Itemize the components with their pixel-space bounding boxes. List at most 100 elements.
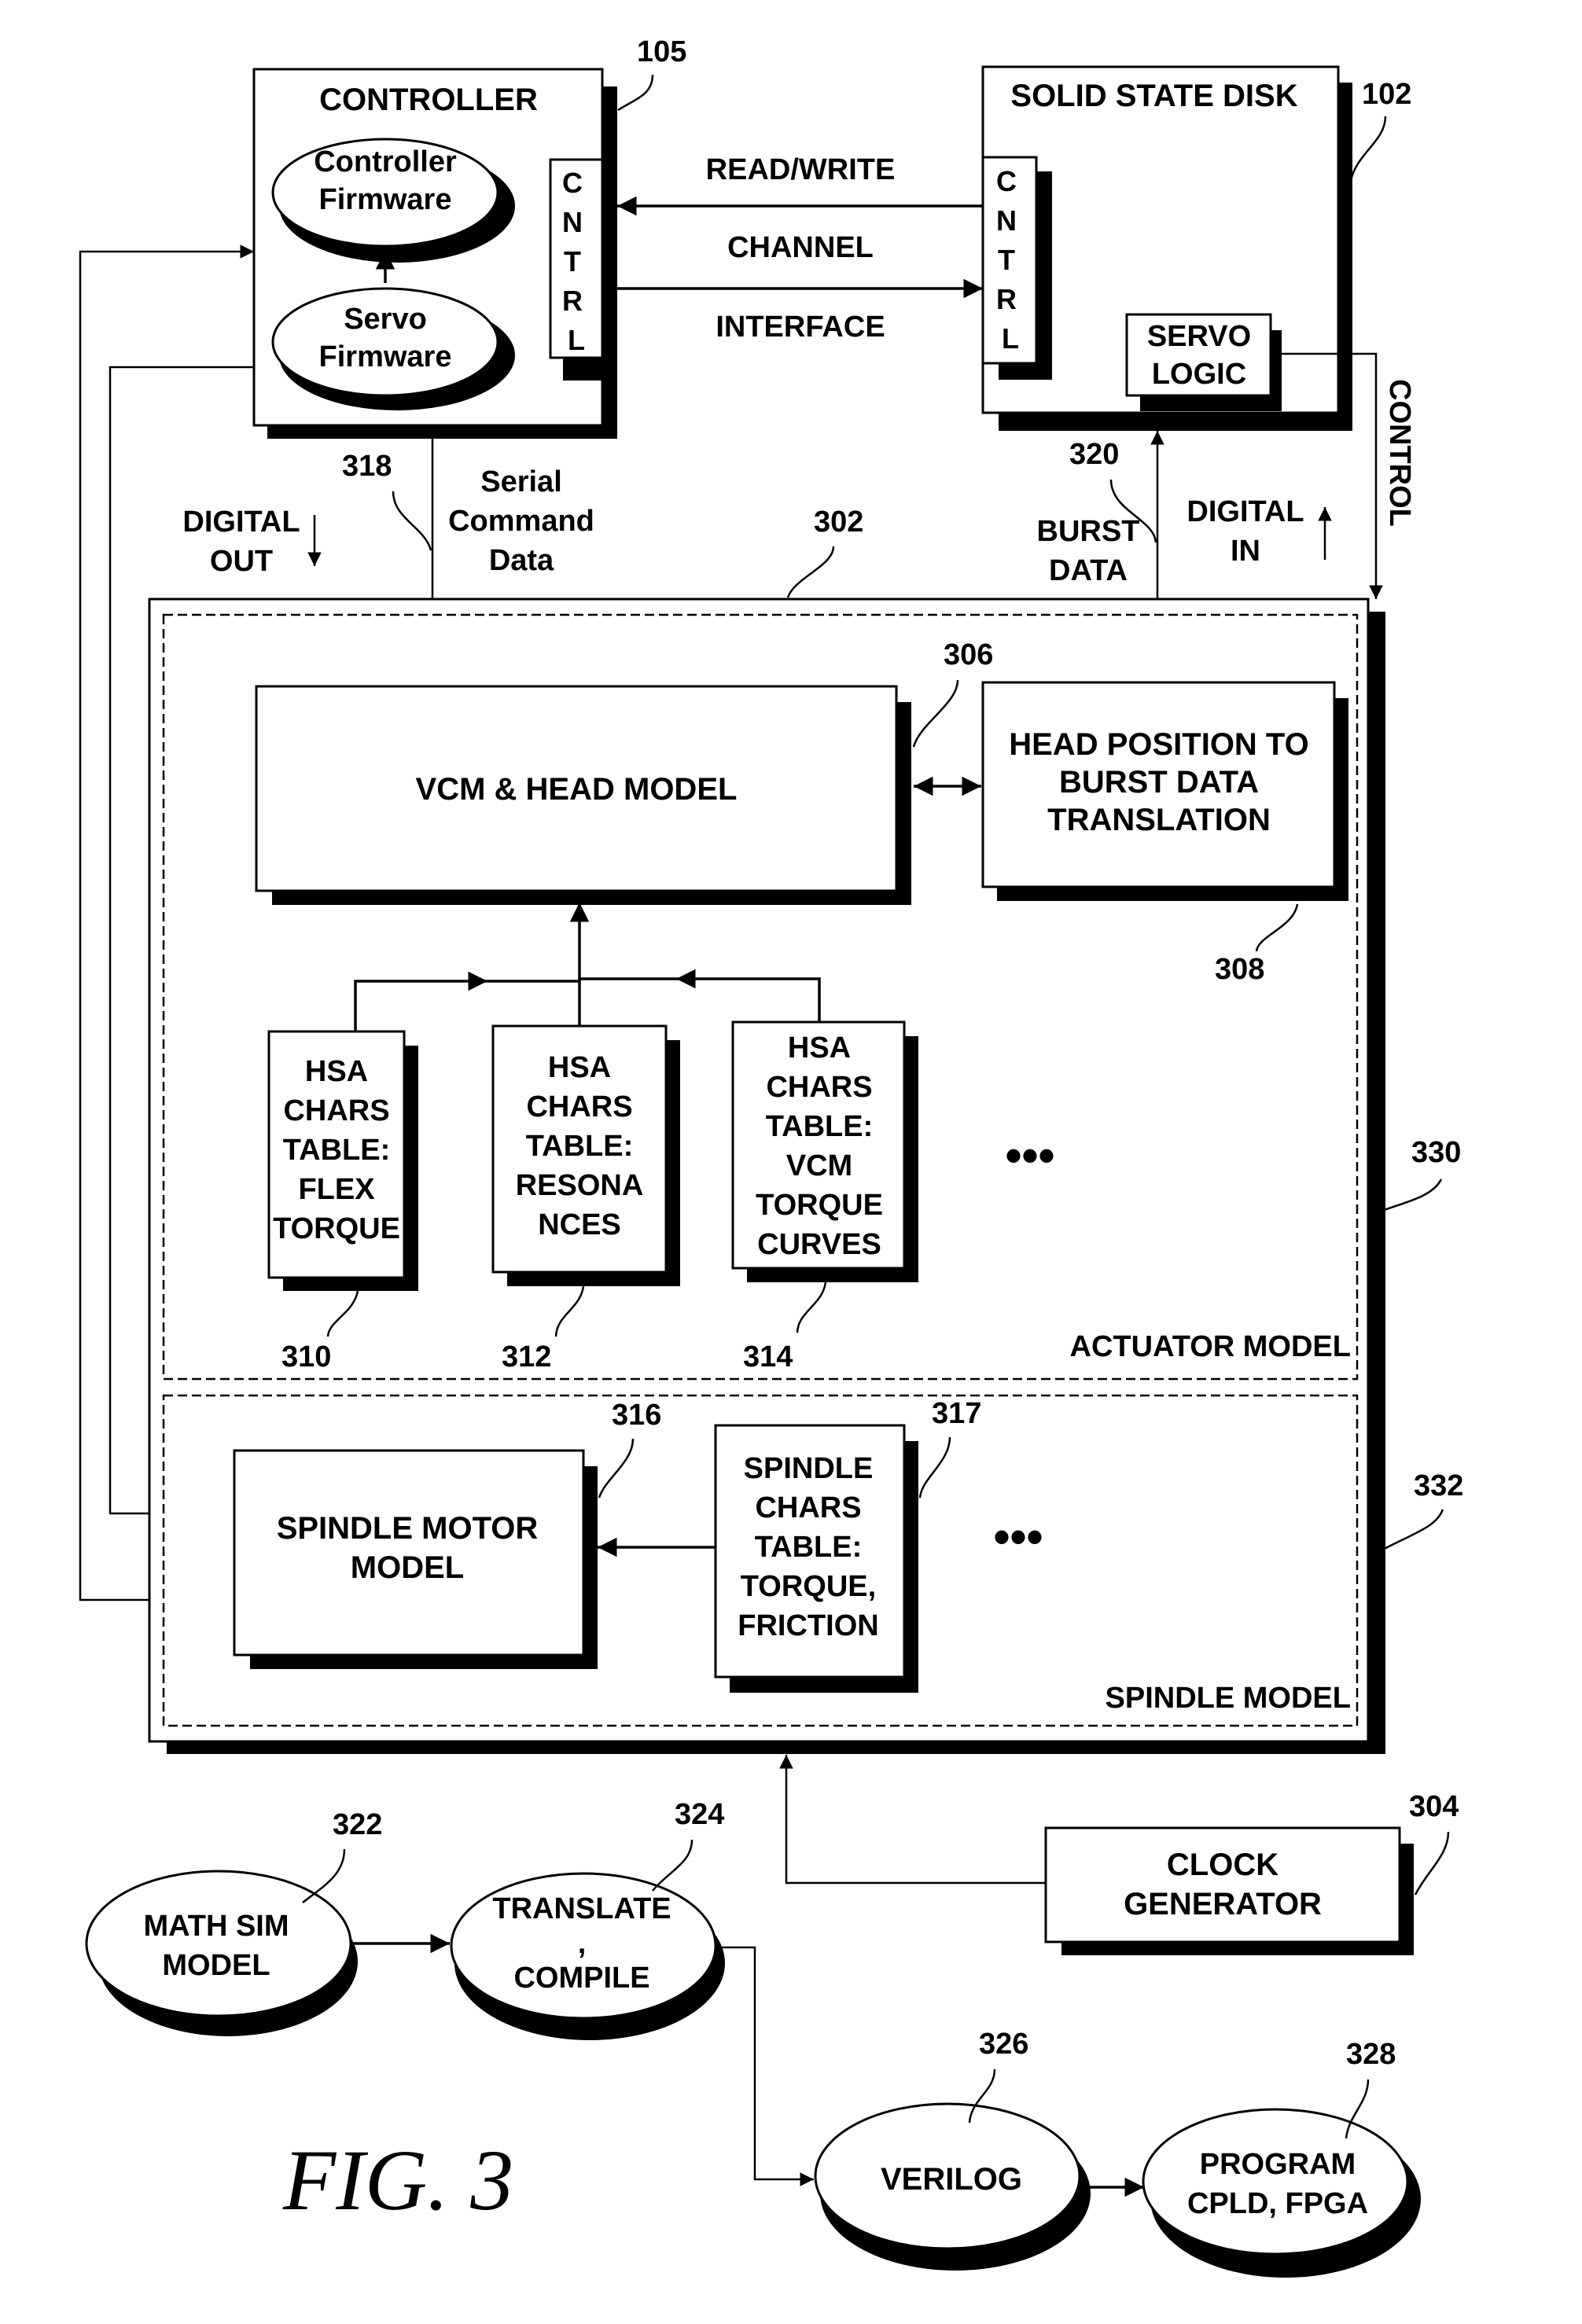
- spindle-table-line: TABLE:: [755, 1531, 863, 1564]
- hsa-table-line: HSA: [788, 1031, 851, 1065]
- ref-308: 308: [1215, 953, 1264, 986]
- digital-in-label: IN: [1231, 535, 1260, 568]
- ref-314: 314: [743, 1340, 793, 1373]
- ref-320: 320: [1069, 438, 1119, 471]
- hsa-table-line: FLEX: [298, 1173, 375, 1206]
- ref-312: 312: [502, 1340, 551, 1373]
- svg-text:SPINDLECHARSTABLE:TORQUE,FRICT: SPINDLE CHARS TABLE: TORQUE, FRICTION: [738, 1452, 878, 1642]
- ssd-block: SOLID STATE DISK C N T R L SERVO LOGIC 10…: [981, 65, 1411, 431]
- spindle-table-line: FRICTION: [738, 1609, 878, 1642]
- ref-330: 330: [1411, 1136, 1461, 1169]
- ssd-cntrl-port: C N T R L: [981, 156, 1052, 380]
- controller-cntrl-port: C N T R L: [549, 158, 604, 381]
- hsa-table-line: TABLE:: [526, 1130, 634, 1163]
- serial-label: Data: [489, 544, 554, 577]
- spindle-more-tables-ellipsis: •••: [993, 1510, 1043, 1563]
- controller-title: CONTROLLER: [319, 83, 538, 117]
- verilog-ellipse: VERILOG 326: [814, 2028, 1091, 2271]
- ref-304: 304: [1409, 1790, 1459, 1823]
- ref-317: 317: [932, 1397, 981, 1430]
- translate-compile-ellipse: TRANSLATE, COMPILE 324: [450, 1798, 725, 2040]
- ref-324: 324: [675, 1798, 724, 1831]
- digital-out-label: OUT: [210, 545, 273, 578]
- math-sim-line: MODEL: [162, 1949, 270, 1982]
- clock-to-model-wire: [779, 1755, 1046, 1885]
- serial-label: Command: [448, 505, 594, 538]
- cntrl-letter: C: [996, 165, 1017, 197]
- servo-logic-block: SERVO LOGIC: [1125, 313, 1282, 411]
- head-position-line: HEAD POSITION TO: [1009, 727, 1309, 762]
- control-label: CONTROL: [1383, 379, 1416, 527]
- digital-out-label: DIGITAL: [182, 506, 300, 539]
- math-sim-line: MATH SIM: [143, 1910, 289, 1943]
- digital-in-signal: DIGITAL IN: [1186, 495, 1332, 568]
- controller-block: CONTROLLER Controller Firmware Servo Firmw…: [252, 35, 686, 439]
- cntrl-letter: L: [1002, 322, 1019, 355]
- hsa-table-line: TABLE:: [766, 1110, 874, 1143]
- fig3-diagram: CONTROLLER Controller Firmware Servo Firmw…: [79, 35, 1463, 2278]
- vcm-head-model-label: VCM & HEAD MODEL: [416, 772, 738, 807]
- serial-label: Serial: [480, 465, 562, 498]
- hsa-table-line: CHARS: [283, 1094, 389, 1127]
- svg-text:DIGITALOUT: DIGITAL OUT: [182, 506, 300, 578]
- actuator-model-label: ACTUATOR MODEL: [1070, 1330, 1351, 1363]
- leader-304: [1414, 1831, 1450, 1896]
- ref-328: 328: [1346, 2038, 1396, 2071]
- hsa-table-line: HSA: [548, 1051, 611, 1084]
- ref-316: 316: [612, 1399, 661, 1432]
- cntrl-letter: T: [564, 245, 581, 278]
- program-line: PROGRAM: [1200, 2148, 1356, 2181]
- channel-label-channel: CHANNEL: [727, 231, 874, 264]
- cntrl-letter: T: [998, 244, 1015, 276]
- program-cpld-fpga-ellipse: PROGRAM CPLD, FPGA 328: [1142, 2038, 1421, 2278]
- leader-302: [786, 546, 835, 598]
- verilog-label: VERILOG: [881, 2162, 1022, 2197]
- ref-306: 306: [944, 638, 993, 671]
- digital-out-signal: DIGITAL OUT: [182, 506, 322, 578]
- actuator-more-tables-ellipsis: •••: [1005, 1129, 1054, 1182]
- burst-label: BURST: [1037, 515, 1140, 548]
- ref-326: 326: [979, 2028, 1028, 2061]
- ref-102: 102: [1362, 78, 1411, 111]
- translate-line: COMPILE: [513, 1962, 649, 1995]
- clock-line: CLOCK: [1167, 1848, 1278, 1882]
- svg-text:DIGITALIN: DIGITAL IN: [1186, 495, 1304, 568]
- leader-318: [392, 491, 432, 551]
- cntrl-letter: R: [562, 285, 583, 317]
- spindle-table-line: CHARS: [755, 1491, 861, 1524]
- cntrl-letter: N: [996, 204, 1017, 237]
- ref-332: 332: [1414, 1469, 1463, 1502]
- read-write-channel: READ/WRITE CHANNEL INTERFACE: [617, 153, 983, 344]
- translate-to-verilog-wire: [717, 1946, 814, 2186]
- hsa-table-line: TORQUE: [756, 1189, 883, 1222]
- burst-label: DATA: [1049, 554, 1128, 587]
- hsa-table-line: TABLE:: [283, 1134, 391, 1167]
- ssd-title: SOLID STATE DISK: [1010, 79, 1297, 113]
- spindle-motor-line: MODEL: [351, 1550, 464, 1585]
- svg-text:BURSTDATA: BURST DATA: [1037, 515, 1140, 587]
- program-line: CPLD, FPGA: [1187, 2187, 1368, 2220]
- hsa-table-line: TORQUE: [273, 1212, 400, 1245]
- hsa-table-line: HSA: [305, 1055, 368, 1088]
- hsa-table-line: CHARS: [766, 1071, 872, 1104]
- math-sim-model-ellipse: MATH SIM MODEL 322: [85, 1808, 382, 2036]
- leader-105: [617, 74, 654, 112]
- cntrl-letter: C: [562, 167, 583, 199]
- channel-label-read-write: READ/WRITE: [706, 153, 896, 186]
- controller-firmware-line: Firmware: [319, 183, 452, 216]
- hsa-table-line: CURVES: [757, 1228, 881, 1261]
- cntrl-letter: L: [568, 324, 585, 356]
- ref-322: 322: [333, 1808, 382, 1841]
- ref-105: 105: [637, 35, 686, 68]
- svg-text:SerialCommandData: Serial Command Data: [448, 465, 594, 577]
- figure-title: FIG. 3: [282, 2132, 513, 2228]
- hsa-table-line: RESONA: [516, 1169, 644, 1202]
- hsa-table-line: NCES: [538, 1208, 621, 1241]
- controller-firmware-line: Controller: [314, 145, 457, 178]
- channel-label-interface: INTERFACE: [716, 311, 885, 344]
- clock-line: GENERATOR: [1124, 1887, 1322, 1921]
- cntrl-letter: N: [562, 206, 583, 238]
- servo-logic-line: LOGIC: [1152, 358, 1246, 391]
- spindle-model-label: SPINDLE MODEL: [1106, 1682, 1351, 1715]
- head-position-line: BURST DATA: [1059, 765, 1259, 800]
